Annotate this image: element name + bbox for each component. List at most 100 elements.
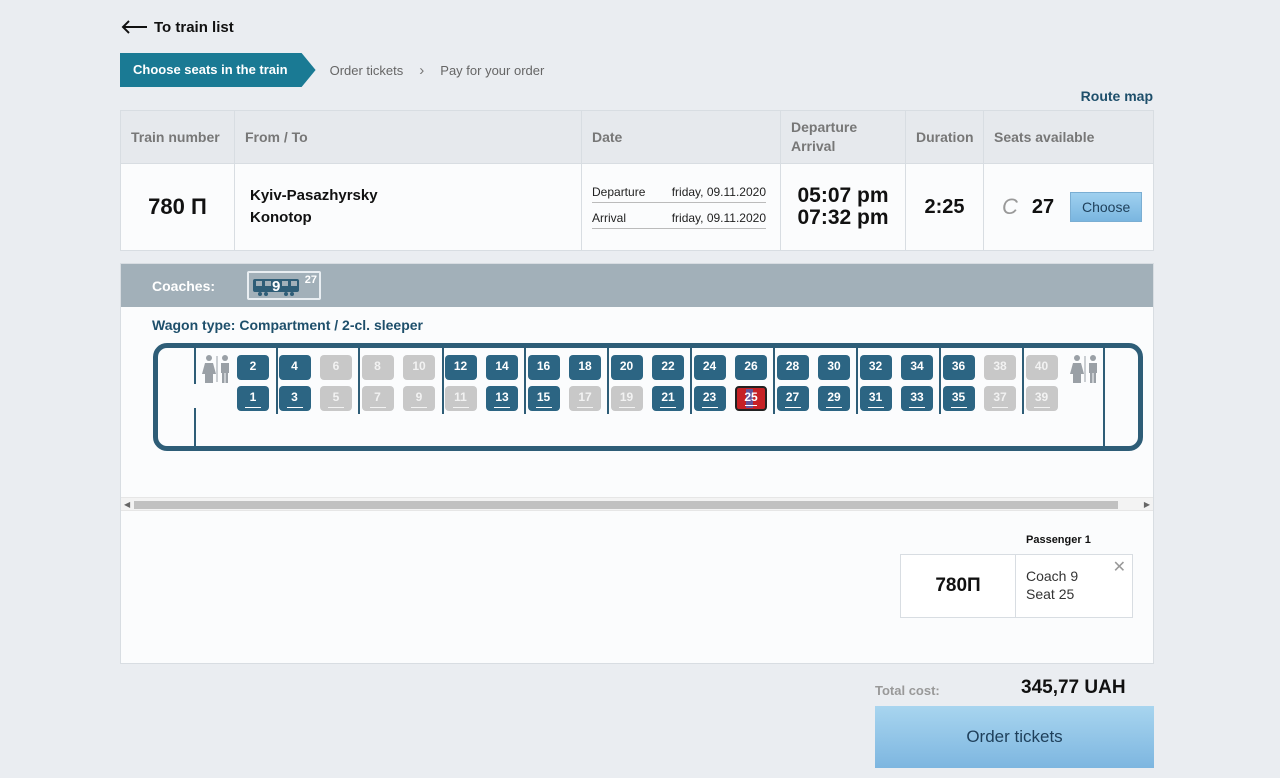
seat-number: 2 (249, 359, 257, 373)
seat-23[interactable]: 23 (693, 386, 726, 411)
seat-number: 38 (993, 359, 1007, 373)
departure-label: Departure (592, 185, 646, 199)
seat-12[interactable]: 12 (444, 355, 477, 380)
seat-10: 10 (403, 355, 435, 380)
seat-35[interactable]: 35 (942, 386, 975, 411)
seat-number: 5 (332, 390, 340, 404)
seat-22[interactable]: 22 (652, 355, 684, 380)
seat-32[interactable]: 32 (859, 355, 892, 380)
scroll-right-icon[interactable]: ▶ (1144, 500, 1150, 509)
compartment-wall (358, 348, 360, 414)
wagon-wall (194, 408, 196, 446)
total-cost-value: 345,77 UAH (1021, 677, 1126, 698)
seat-number: 13 (495, 390, 509, 404)
passenger-train: 780П (901, 555, 1016, 617)
header-from-to: From / To (235, 111, 582, 163)
seat-2[interactable]: 2 (237, 355, 269, 380)
table-header: Train number From / To Date Departure Ar… (121, 111, 1153, 164)
seat-number: 11 (454, 390, 467, 404)
wagon-type: Wagon type: Compartment / 2-cl. sleeper (152, 317, 423, 333)
compartment-wall (442, 348, 444, 414)
seat-36[interactable]: 36 (942, 355, 975, 380)
seat-number: 8 (374, 359, 381, 373)
horizontal-scrollbar[interactable]: ◀ ▶ (121, 497, 1153, 511)
order-tickets-button[interactable]: Order tickets (875, 706, 1154, 768)
departure-date: friday, 09.11.2020 (671, 185, 766, 199)
passenger-card: 780П Coach 9 Seat 25 ✕ (900, 554, 1133, 618)
scroll-left-icon[interactable]: ◀ (124, 500, 130, 509)
chevron-right-icon: › (419, 61, 425, 79)
coach-9-button[interactable]: 9 27 (247, 271, 322, 300)
seat-number: 24 (702, 359, 717, 373)
seat-26[interactable]: 26 (735, 355, 767, 380)
seat-1[interactable]: 1 (237, 386, 269, 411)
header-arrival: Arrival (791, 138, 836, 154)
seat-number: 28 (785, 359, 800, 373)
seat-number: 4 (291, 359, 298, 373)
coach-number: 9 (272, 278, 281, 295)
seat-number: 27 (785, 390, 800, 404)
compartment-wall (1022, 348, 1024, 414)
seat-28[interactable]: 28 (776, 355, 809, 380)
seat-number: 9 (415, 390, 423, 404)
passenger-coach: Coach 9 (1026, 568, 1079, 584)
seat-18[interactable]: 18 (569, 355, 601, 380)
choose-button[interactable]: Choose (1070, 192, 1143, 222)
seat-24[interactable]: 24 (693, 355, 726, 380)
seat-number: 39 (1034, 390, 1049, 404)
wagon-seat-map: 1 2 3 4 5 6 7 8 9 10 11 12 13 14 15 16 17 18 19 20 21 22 23 24 2… (153, 343, 1143, 451)
wagon-wall (1103, 348, 1105, 414)
seat-34[interactable]: 34 (901, 355, 933, 380)
header-date: Date (582, 111, 781, 163)
seat-15[interactable]: 15 (527, 386, 560, 411)
seat-31[interactable]: 31 (859, 386, 892, 411)
step-pay[interactable]: Pay for your order (440, 63, 544, 78)
wagon-wall (1103, 412, 1105, 446)
seat-number: 26 (744, 359, 758, 373)
seat-number: 12 (453, 359, 468, 373)
seat-17: 17 (569, 386, 601, 411)
seat-16[interactable]: 16 (527, 355, 560, 380)
route-map-link[interactable]: Route map (1081, 88, 1153, 104)
seat-number: 29 (827, 390, 841, 404)
close-icon[interactable]: ✕ (1113, 559, 1126, 577)
seat-37: 37 (984, 386, 1016, 411)
seat-number: 6 (332, 359, 340, 373)
wagon-wall (194, 348, 196, 384)
seat-9: 9 (403, 386, 435, 411)
seat-number: 1 (249, 390, 257, 404)
seat-3[interactable]: 3 (278, 386, 311, 411)
seat-number: 31 (868, 390, 883, 404)
seat-29[interactable]: 29 (818, 386, 850, 411)
table-row: 780 П Kyiv-Pasazhyrsky Konotop Departure… (121, 164, 1153, 250)
seat-number: 35 (951, 390, 966, 404)
seat-14[interactable]: 14 (486, 355, 518, 380)
compartment-wall (524, 348, 526, 414)
station-to: Konotop (250, 209, 312, 226)
scroll-thumb[interactable] (134, 501, 1118, 509)
seat-39: 39 (1025, 386, 1058, 411)
seats-available: С 27 Choose (984, 164, 1153, 250)
seat-33[interactable]: 33 (901, 386, 933, 411)
passenger-title: Passenger 1 (1026, 534, 1091, 546)
step-choose-seats[interactable]: Choose seats in the train (120, 53, 316, 87)
toilet-icon (1070, 355, 1097, 383)
seat-number: 40 (1034, 359, 1049, 373)
seat-27[interactable]: 27 (776, 386, 809, 411)
seat-number: 7 (374, 390, 381, 404)
coaches-label: Coaches: (152, 277, 216, 294)
back-to-train-list-link[interactable]: To train list (120, 18, 234, 36)
seat-number: 15 (536, 390, 551, 404)
seat-6: 6 (320, 355, 352, 380)
seat-25[interactable]: 25 (735, 386, 767, 411)
times: 05:07 pm 07:32 pm (781, 164, 906, 250)
seat-4[interactable]: 4 (278, 355, 311, 380)
back-label: To train list (154, 18, 234, 36)
seat-13[interactable]: 13 (486, 386, 518, 411)
seat-20[interactable]: 20 (610, 355, 643, 380)
step-order-tickets[interactable]: Order tickets (330, 63, 404, 78)
seat-21[interactable]: 21 (652, 386, 684, 411)
seat-30[interactable]: 30 (818, 355, 850, 380)
progress-steps: Choose seats in the train Order tickets … (120, 53, 544, 87)
train-table: Train number From / To Date Departure Ar… (120, 110, 1154, 251)
